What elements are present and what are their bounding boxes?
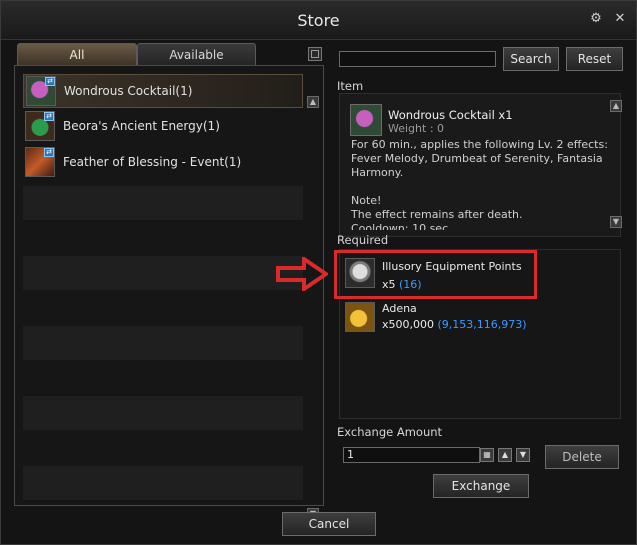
tab-available[interactable]: Available	[137, 43, 256, 66]
settings-icon[interactable]: ⚙	[589, 12, 603, 26]
exchange-amount-input[interactable]: 1	[343, 447, 480, 463]
list-item[interactable]: ⇄ Feather of Blessing - Event(1)	[23, 146, 303, 180]
empty-row	[23, 186, 303, 220]
item-name: Wondrous Cocktail x1	[388, 108, 513, 122]
required-entry: Adena x500,000 (9,153,116,973)	[340, 300, 620, 344]
exchange-badge-icon: ⇄	[45, 77, 55, 86]
view-toggle-icon[interactable]	[308, 47, 322, 61]
list-item-label: Wondrous Cocktail(1)	[64, 84, 193, 98]
reset-button[interactable]: Reset	[566, 47, 623, 71]
required-item-qty: x500,000 (9,153,116,973)	[382, 318, 527, 331]
cocktail-icon	[350, 104, 382, 136]
search-button[interactable]: Search	[503, 47, 559, 71]
item-note-text: The effect remains after death.	[351, 208, 523, 221]
item-detail-box: Wondrous Cocktail x1 Weight : 0 For 60 m…	[339, 93, 622, 237]
item-section-label: Item	[337, 79, 364, 93]
detail-scrollbar[interactable]: ▲ ▼	[610, 100, 622, 228]
item-note-title: Note!	[351, 194, 382, 207]
max-amount-icon[interactable]: ▦	[480, 448, 494, 462]
list-item-label: Feather of Blessing - Event(1)	[63, 155, 242, 169]
item-description: For 60 min., applies the following Lv. 2…	[351, 138, 608, 179]
item-cooldown: Cooldown: 10 sec.	[351, 222, 452, 230]
title-bar[interactable]: Store ⚙ ✕	[1, 1, 636, 40]
list-item[interactable]: ⇄ Beora's Ancient Energy(1)	[23, 110, 303, 144]
exchange-badge-icon: ⇄	[44, 112, 54, 121]
required-item-name: Adena	[382, 302, 417, 315]
annotation-arrow-icon	[276, 257, 328, 291]
helmet-icon	[345, 258, 375, 288]
required-entry: Illusory Equipment Points x5 (16)	[334, 250, 620, 300]
list-item[interactable]: ⇄ Wondrous Cocktail(1)	[23, 74, 303, 108]
empty-row	[23, 326, 303, 360]
required-item-name: Illusory Equipment Points	[382, 260, 522, 273]
exchange-button[interactable]: Exchange	[433, 474, 529, 498]
empty-row	[23, 466, 303, 500]
scroll-up-icon[interactable]: ▲	[307, 96, 319, 108]
owned-value: (9,153,116,973)	[437, 318, 527, 331]
required-list: Illusory Equipment Points x5 (16) Adena …	[334, 249, 621, 419]
required-section-label: Required	[337, 233, 389, 247]
store-window: Store ⚙ ✕ All Available ⇄ Wondrous Cockt…	[0, 0, 637, 545]
close-icon[interactable]: ✕	[613, 12, 627, 26]
list-scrollbar[interactable]: ▲ ▼	[307, 96, 319, 520]
increment-icon[interactable]: ▲	[498, 448, 512, 462]
scroll-up-icon[interactable]: ▲	[610, 100, 622, 112]
qty-value: x5	[382, 278, 396, 291]
search-input[interactable]	[339, 51, 496, 67]
scroll-down-icon[interactable]: ▼	[610, 216, 622, 228]
delete-button[interactable]: Delete	[545, 445, 619, 469]
window-title: Store	[297, 11, 340, 30]
list-item-label: Beora's Ancient Energy(1)	[63, 119, 220, 133]
exchange-amount-label: Exchange Amount	[337, 425, 443, 439]
adena-coins-icon	[345, 302, 375, 332]
owned-value: (16)	[399, 278, 422, 291]
tab-all[interactable]: All	[17, 43, 137, 66]
qty-value: x500,000	[382, 318, 434, 331]
empty-row	[23, 396, 303, 430]
item-weight: Weight : 0	[388, 122, 445, 135]
feather-icon: ⇄	[25, 147, 55, 177]
cocktail-icon: ⇄	[26, 76, 56, 106]
empty-row	[23, 256, 303, 290]
cancel-button[interactable]: Cancel	[282, 512, 376, 536]
energy-potion-icon: ⇄	[25, 111, 55, 141]
exchange-badge-icon: ⇄	[44, 148, 54, 157]
decrement-icon[interactable]: ▼	[516, 448, 530, 462]
required-item-qty: x5 (16)	[382, 278, 422, 291]
details-panel: Search Reset Item Wondrous Cocktail x1 W…	[334, 43, 627, 506]
